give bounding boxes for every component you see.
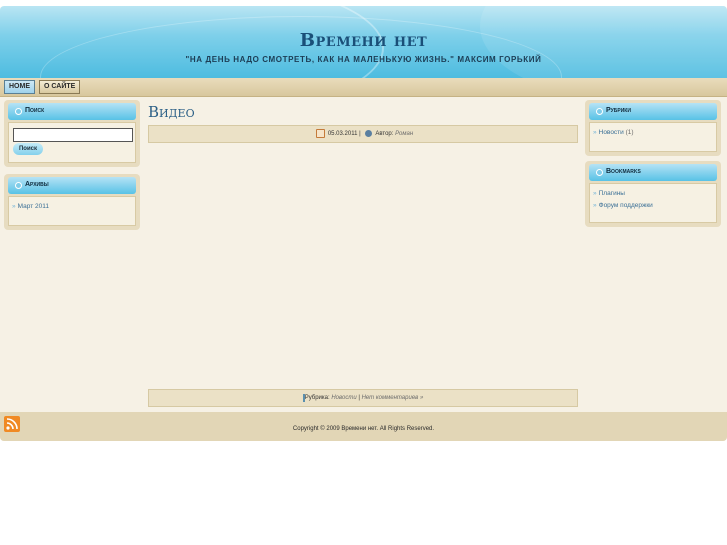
bullet-icon bbox=[15, 182, 22, 189]
post-date: 05.03.2011 bbox=[327, 131, 358, 137]
widget-body: » Март 2011 bbox=[8, 196, 136, 226]
widget-title: Поиск bbox=[25, 107, 45, 114]
widget-body: Поиск bbox=[8, 122, 136, 163]
widget-body: » Новости (1) bbox=[589, 122, 717, 152]
category-item[interactable]: » Новости (1) bbox=[593, 129, 634, 136]
comments-link[interactable]: Нет комментариев » bbox=[362, 395, 424, 401]
post-title[interactable]: Видео bbox=[148, 103, 195, 121]
site-tagline: "НА ДЕНЬ НАДО СМОТРЕТЬ, КАК НА МАЛЕНЬКУЮ… bbox=[185, 55, 542, 64]
bookmark-link[interactable]: » Плагины bbox=[593, 190, 625, 197]
site-footer: Copyright © 2009 Времени нет. All Rights… bbox=[0, 412, 727, 441]
bookmarks-widget: Bookmarks » Плагины » Форум поддержки bbox=[585, 161, 721, 227]
archive-label: Март 2011 bbox=[17, 203, 49, 210]
bullet-icon bbox=[596, 169, 603, 176]
widget-body: » Плагины » Форум поддержки bbox=[589, 183, 717, 223]
nav-bar: HOME О САЙТЕ bbox=[0, 78, 727, 97]
widget-header: Архивы bbox=[8, 177, 136, 194]
nav-home[interactable]: HOME bbox=[4, 80, 35, 94]
post-meta: 05.03.2011 | Автор: Роман bbox=[148, 125, 578, 143]
bullet-icon bbox=[596, 108, 603, 115]
search-widget: Поиск Поиск bbox=[4, 100, 140, 167]
bookmark-label: Форум поддержки bbox=[598, 202, 653, 209]
arrow-icon: » bbox=[593, 129, 597, 136]
page: Времени нет "НА ДЕНЬ НАДО СМОТРЕТЬ, КАК … bbox=[0, 6, 727, 441]
search-button[interactable]: Поиск bbox=[13, 143, 43, 155]
archives-widget: Архивы » Март 2011 bbox=[4, 174, 140, 230]
author-name[interactable]: Роман bbox=[395, 131, 413, 137]
category-label: Рубрика: bbox=[304, 395, 330, 401]
widget-header: Поиск bbox=[8, 103, 136, 120]
arrow-icon: » bbox=[12, 203, 16, 210]
category-count: (1) bbox=[625, 129, 634, 136]
bookmark-label: Плагины bbox=[598, 190, 625, 197]
copyright: Copyright © 2009 Времени нет. All Rights… bbox=[292, 426, 435, 432]
search-input[interactable] bbox=[13, 128, 133, 142]
author-label: Автор: bbox=[375, 131, 394, 137]
bullet-icon bbox=[15, 108, 22, 115]
category-name: Новости bbox=[598, 129, 624, 136]
site-title[interactable]: Времени нет bbox=[0, 30, 727, 51]
author-icon bbox=[365, 129, 373, 137]
post-footer: Рубрика: Новости | Нет комментариев » bbox=[148, 389, 578, 407]
bookmark-link[interactable]: » Форум поддержки bbox=[593, 202, 653, 209]
widget-title: Архивы bbox=[25, 181, 49, 188]
categories-widget: Рубрики » Новости (1) bbox=[585, 100, 721, 156]
archive-link[interactable]: » Март 2011 bbox=[12, 203, 49, 210]
widget-title: Рубрики bbox=[606, 107, 631, 114]
calendar-icon bbox=[315, 128, 325, 138]
widget-title: Bookmarks bbox=[606, 168, 641, 175]
nav-about[interactable]: О САЙТЕ bbox=[39, 80, 81, 94]
site-header: Времени нет "НА ДЕНЬ НАДО СМОТРЕТЬ, КАК … bbox=[0, 6, 727, 78]
widget-header: Bookmarks bbox=[589, 164, 717, 181]
category-link[interactable]: Новости bbox=[331, 395, 356, 401]
arrow-icon: » bbox=[593, 190, 597, 197]
widget-header: Рубрики bbox=[589, 103, 717, 120]
arrow-icon: » bbox=[593, 202, 597, 209]
